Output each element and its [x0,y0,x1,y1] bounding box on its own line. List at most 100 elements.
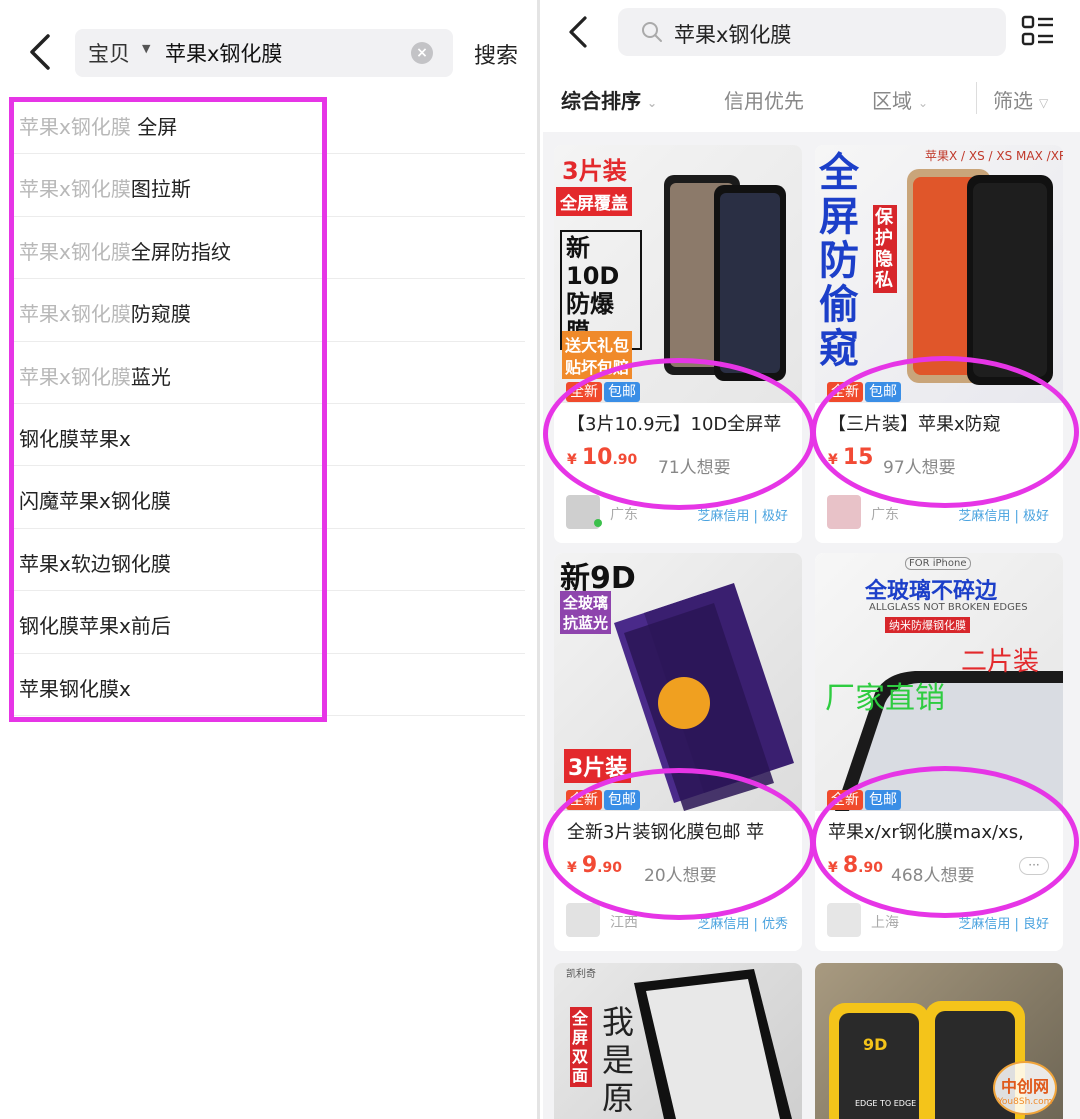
image-caption: 纳米防爆钢化膜 [885,617,970,633]
image-caption: ALLGLASS NOT BROKEN EDGES [869,602,1028,613]
suggestion-prefix: 苹果x钢化膜 [19,177,131,202]
image-caption: 我是原 [602,1003,635,1117]
suggestion-suffix: 苹果x软边钢化膜 [19,551,171,576]
clear-icon[interactable]: × [411,42,433,64]
product-price: ¥ 9.90 [567,853,622,878]
filter-bar: 综合排序 ⌄ 信用优先 区域 ⌄ 筛选 ▽ [543,74,1080,124]
search-query-text: 苹果x钢化膜 [165,42,283,66]
currency-symbol: ¥ [567,452,577,468]
more-options-icon[interactable]: ··· [1019,857,1049,875]
sort-label: 综合排序 [561,89,641,113]
watermark-url: You8Sh.com [997,1097,1053,1107]
search-results-screen: 苹果x钢化膜 综合排序 ⌄ 信用优先 区域 ⌄ 筛选 ▽ 3片装 全屏覆盖 新1… [543,0,1080,1119]
image-caption: FOR iPhone [905,557,971,570]
price-integer: 15 [842,445,874,470]
image-caption-line: 全屏 [819,150,859,240]
chevron-down-icon: ⌄ [918,95,929,110]
watermark-text: 中创网 [1000,1077,1049,1096]
price-decimal: .90 [612,452,638,468]
suggestion-item[interactable]: 苹果x钢化膜防窥膜 [10,279,525,342]
results-header: 苹果x钢化膜 综合排序 ⌄ 信用优先 区域 ⌄ 筛选 ▽ [543,0,1080,132]
tag-group: 全新 包邮 [566,789,642,811]
product-card[interactable]: 苹果X / XS / XS MAX /XR 全屏 防偷窥 保护隐私 全新 包邮 【三… [815,145,1063,543]
image-caption: 二片装 [961,647,1040,677]
product-title: 【3片10.9元】10D全屏苹 [567,414,782,435]
image-caption: 贴坏包赔 [562,353,633,379]
credit-priority-tab[interactable]: 信用优先 [724,85,804,114]
suggestion-list: 苹果x钢化膜 全屏 苹果x钢化膜图拉斯 苹果x钢化膜全屏防指纹 苹果x钢化膜防窥… [10,92,525,716]
seller-avatar[interactable] [827,903,861,937]
suggestion-prefix: 苹果x钢化膜 [19,302,131,327]
seller-location: 广东 [871,507,899,523]
tag-group: 全新 包邮 [827,789,903,811]
seller-credit: 芝麻信用 | 良好 [958,917,1049,932]
image-caption: 保护隐私 [873,205,897,293]
back-arrow-icon[interactable] [563,14,593,50]
search-input[interactable]: 苹果x钢化膜 [618,8,1006,56]
suggestion-suffix: 闪魔苹果x钢化膜 [19,489,171,514]
suggestion-suffix: 蓝光 [130,364,171,389]
product-card[interactable]: 3片装 全屏覆盖 新10D防爆膜 送大礼包 贴坏包赔 全新包邮 【3片10.9元… [554,145,802,543]
product-image: 新9D 全玻璃 抗蓝光 3片装 [554,553,802,811]
search-button[interactable]: 搜索 [474,38,518,70]
region-dropdown[interactable]: 区域 ⌄ [872,85,928,114]
suggestion-item[interactable]: 苹果x软边钢化膜 [10,529,525,592]
search-icon [642,22,662,42]
product-image: 苹果X / XS / XS MAX /XR 全屏 防偷窥 保护隐私 [815,145,1063,403]
product-card[interactable]: 凯利奇 我是原 全屏双面 [554,963,802,1119]
watermark-logo: 中创网 You8Sh.com [993,1061,1057,1115]
free-shipping-tag: 包邮 [604,382,640,402]
tag-group: 全新 包邮 [566,381,642,403]
product-card[interactable]: FOR iPhone 全玻璃不碎边 ALLGLASS NOT BROKEN ED… [815,553,1063,951]
currency-symbol: ¥ [828,860,838,876]
suggestion-prefix: 苹果x钢化膜 [19,239,131,264]
price-decimal: .90 [597,860,622,876]
search-input[interactable]: 宝贝 ▼ 苹果x钢化膜 × [75,29,453,77]
back-arrow-icon[interactable] [22,32,58,72]
list-grid-toggle-icon[interactable] [1021,14,1055,48]
seller-avatar[interactable] [827,495,861,529]
suggestion-suffix: 防窥膜 [130,302,191,327]
suggestion-item[interactable]: 苹果钢化膜x [10,654,525,716]
image-caption: 全屏双面 [570,1007,592,1087]
product-price: ¥ 15 [828,445,873,470]
search-scope-selector[interactable]: 宝贝 [88,38,130,68]
price-integer: 9 [581,853,598,878]
suggestion-suffix: 钢化膜苹果x前后 [19,614,171,639]
suggestion-item[interactable]: 苹果x钢化膜图拉斯 [10,154,525,217]
image-caption-line: 新10D [566,234,620,290]
image-caption: 全玻璃不碎边 [865,579,998,604]
product-card[interactable]: 新9D 全玻璃 抗蓝光 3片装 全新 包邮 全新3片装钢化膜包邮 苹 ¥ 9.90… [554,553,802,951]
seller-credit: 芝麻信用 | 优秀 [697,917,788,932]
suggestion-suffix: 全屏 [130,115,178,139]
new-tag: 全新 [566,382,602,402]
suggestion-prefix: 苹果x钢化膜 [19,115,131,139]
suggestion-suffix: 全屏防指纹 [130,239,231,264]
divider [976,82,977,114]
seller-location: 江西 [610,915,638,931]
caret-down-icon[interactable]: ▼ [142,42,150,55]
suggestion-item[interactable]: 钢化膜苹果x前后 [10,591,525,654]
suggestion-item[interactable]: 苹果x钢化膜 全屏 [10,92,525,155]
free-shipping-tag: 包邮 [865,382,901,402]
suggestion-item[interactable]: 闪魔苹果x钢化膜 [10,466,525,529]
price-integer: 8 [842,853,859,878]
filter-button[interactable]: 筛选 ▽ [993,85,1048,114]
image-caption-line: 防偷窥 [819,238,859,372]
suggestion-item[interactable]: 苹果x钢化膜蓝光 [10,342,525,404]
sort-dropdown[interactable]: 综合排序 ⌄ [561,85,657,114]
product-card[interactable]: 9D EDGE TO EDGE 中创网 You8Sh.com [815,963,1063,1119]
free-shipping-tag: 包邮 [604,790,640,810]
seller-avatar[interactable] [566,903,600,937]
want-count: 20人想要 [644,866,717,886]
image-caption: 全屏覆盖 [556,187,632,216]
chevron-down-icon: ⌄ [647,95,658,110]
seller-credit: 芝麻信用 | 极好 [958,509,1049,524]
want-count: 71人想要 [658,458,731,478]
filter-label: 筛选 [993,89,1033,113]
suggestion-item[interactable]: 苹果x钢化膜全屏防指纹 [10,217,525,280]
new-tag: 全新 [827,790,863,810]
image-caption: 全屏 防偷窥 [819,151,865,371]
suggestion-item[interactable]: 钢化膜苹果x [10,404,525,467]
online-status-dot [594,519,602,527]
